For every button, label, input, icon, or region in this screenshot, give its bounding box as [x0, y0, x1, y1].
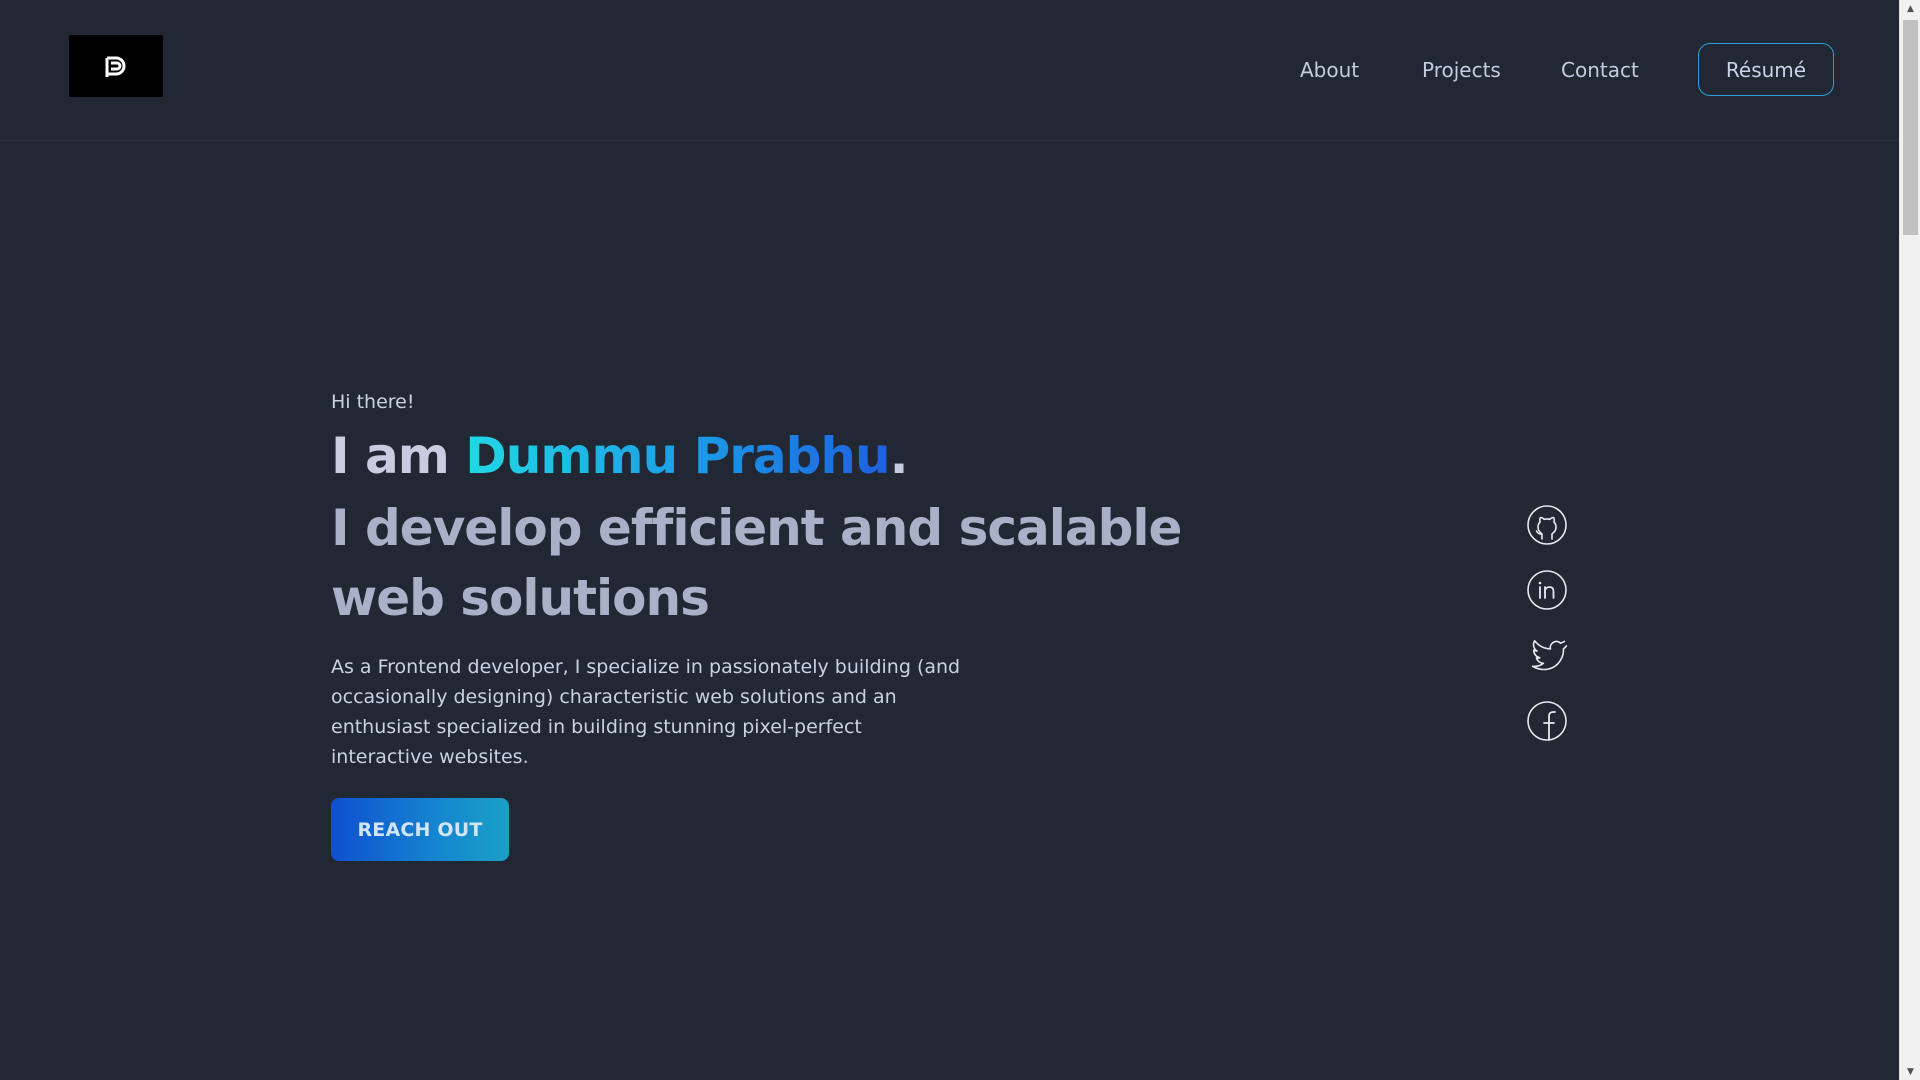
linkedin-icon — [1527, 570, 1567, 610]
scroll-thumb[interactable] — [1903, 20, 1918, 235]
twitter-icon — [1531, 640, 1568, 671]
hero-description: As a Frontend developer, I specialize in… — [331, 656, 961, 768]
nav-projects-link[interactable]: Projects — [1422, 58, 1501, 82]
nav-about-link[interactable]: About — [1300, 58, 1359, 82]
resume-button[interactable]: Résumé — [1698, 43, 1834, 96]
nav-contact-link[interactable]: Contact — [1561, 58, 1639, 82]
github-icon — [1527, 505, 1567, 545]
developer-name: Dummu Prabhu — [465, 427, 890, 485]
headline-suffix: . — [889, 427, 909, 485]
scroll-down-arrow-icon[interactable]: ▼ — [1900, 1063, 1920, 1080]
tagline-line-2: web solutions — [331, 569, 710, 627]
headline-prefix: I am — [331, 427, 466, 485]
greeting-text: Hi there! — [331, 391, 415, 413]
hero-headline: I am Dummu Prabhu. I develop efficient a… — [331, 425, 1182, 629]
tagline-line-1: I develop efficient and scalable — [331, 499, 1182, 557]
headline-intro: I am Dummu Prabhu. — [331, 427, 909, 485]
logo[interactable] — [69, 35, 163, 97]
facebook-link[interactable] — [1522, 696, 1572, 746]
github-link[interactable] — [1522, 500, 1572, 550]
vertical-scrollbar[interactable]: ▲ ▼ — [1899, 0, 1920, 1080]
reach-out-button[interactable]: REACH OUT — [331, 798, 509, 861]
twitter-link[interactable] — [1522, 630, 1572, 680]
logo-mark-icon — [105, 56, 126, 77]
linkedin-link[interactable] — [1522, 565, 1572, 615]
page: About Projects Contact Résumé Hi there! … — [0, 0, 1920, 1080]
facebook-icon — [1527, 701, 1567, 741]
scroll-up-arrow-icon[interactable]: ▲ — [1900, 0, 1920, 17]
site-header: About Projects Contact Résumé — [0, 0, 1899, 141]
